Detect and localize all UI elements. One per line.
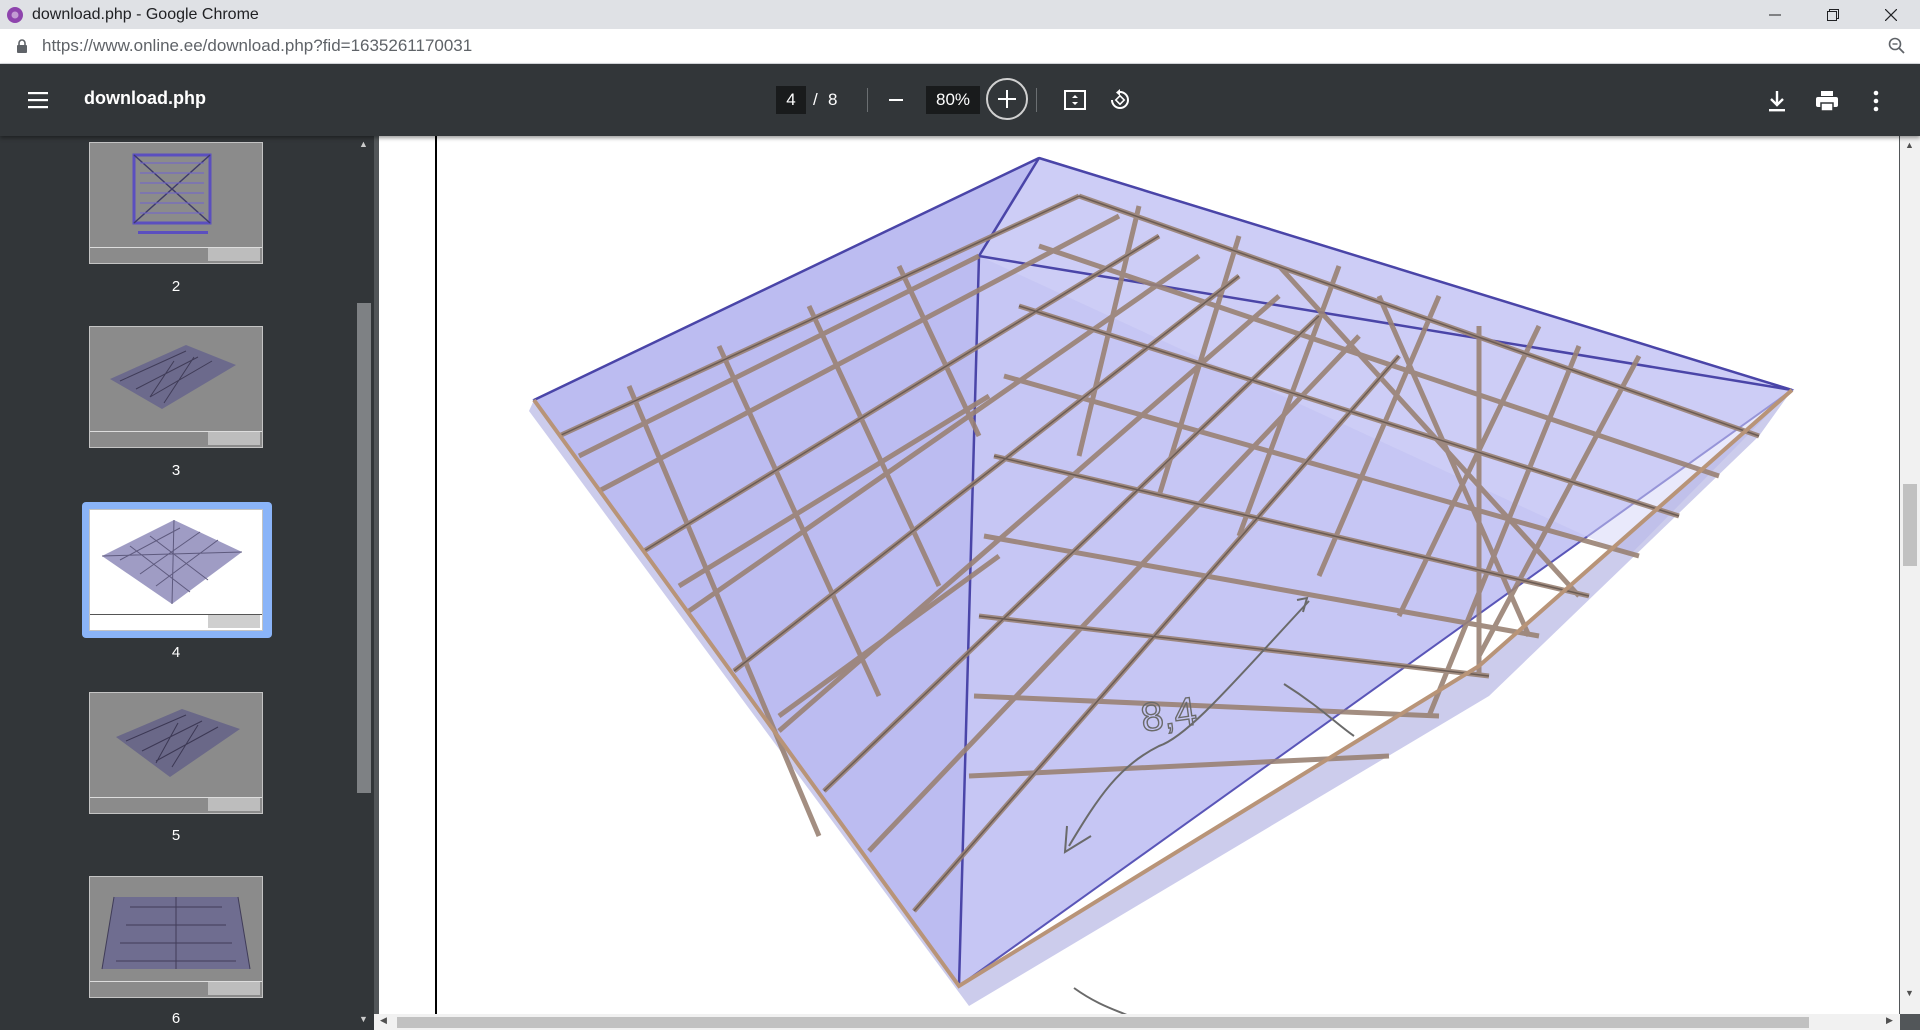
close-icon (1885, 8, 1897, 21)
thumbnail-label: 3 (171, 462, 181, 479)
sidebar-scroll-down-arrow[interactable]: ▼ (359, 1014, 368, 1024)
close-button[interactable] (1862, 0, 1920, 29)
thumbnail-page-3[interactable] (89, 326, 263, 448)
thumbnail-page-6[interactable] (89, 876, 263, 998)
thumbnail-label: 5 (171, 827, 181, 844)
plus-icon (998, 90, 1016, 108)
toolbar-divider (1036, 88, 1037, 112)
zoom-magnifier-icon[interactable] (1888, 37, 1906, 55)
sidebar-scroll-up-arrow[interactable]: ▲ (359, 139, 368, 149)
thumbnail-page-4[interactable] (89, 509, 263, 631)
thumbnail-sidebar: 2 3 4 5 6 (0, 136, 354, 1030)
sidebar-scrollbar-thumb[interactable] (357, 303, 371, 793)
page-separator: / (813, 90, 818, 109)
thumbnail-page-5[interactable] (89, 692, 263, 814)
zoom-out-icon[interactable] (884, 90, 908, 110)
thumbnail-page-2[interactable] (89, 142, 263, 264)
rotate-icon[interactable] (1108, 88, 1132, 112)
download-icon[interactable] (1764, 88, 1790, 114)
thumbnail-label: 6 (171, 1010, 181, 1027)
scroll-right-arrow[interactable]: ▶ (1886, 1015, 1893, 1026)
horizontal-scrollbar-thumb[interactable] (397, 1017, 1809, 1028)
toolbar-divider (867, 88, 868, 112)
pdf-page: 8,4 (379, 136, 1899, 1014)
handwritten-dimension-text: 8,4 (1138, 689, 1199, 740)
vertical-scrollbar[interactable] (1900, 136, 1920, 1014)
thumbnail-image (90, 896, 262, 995)
vertical-scrollbar-thumb[interactable] (1903, 484, 1917, 566)
restore-button[interactable] (1804, 0, 1862, 29)
thumbnail-image (90, 519, 262, 628)
document-title: download.php (84, 88, 206, 108)
thumbnail-label: 2 (171, 278, 181, 295)
thumbnail-image (90, 709, 262, 811)
chrome-app-icon (7, 6, 23, 23)
fit-to-page-icon[interactable] (1063, 88, 1087, 112)
page-number-input[interactable]: 4 (776, 86, 806, 114)
zoom-in-button[interactable] (986, 78, 1028, 120)
minimize-icon (1769, 14, 1781, 15)
zoom-level-input[interactable]: 80% (926, 86, 980, 114)
restore-icon (1827, 8, 1839, 21)
roof-truss-drawing: 8,4 (529, 156, 1795, 1014)
window-titlebar: download.php - Google Chrome (0, 0, 1920, 29)
pdf-toolbar: download.php 4 / 8 80% (0, 64, 1920, 136)
window-title: download.php - Google Chrome (32, 5, 259, 23)
minimize-button[interactable] (1746, 0, 1804, 29)
page-total: 8 (828, 90, 838, 109)
url-text[interactable]: https://www.online.ee/download.php?fid=1… (42, 36, 472, 56)
thumbnail-label: 4 (171, 644, 181, 661)
scroll-left-arrow[interactable]: ◀ (380, 1015, 387, 1026)
thumbnail-image (90, 345, 262, 445)
window-controls (1746, 0, 1920, 29)
address-bar[interactable]: https://www.online.ee/download.php?fid=1… (0, 29, 1920, 64)
thumbnail-image (90, 153, 262, 261)
more-options-icon[interactable] (1866, 88, 1886, 114)
menu-icon[interactable] (28, 90, 50, 110)
document-viewer[interactable]: 8,4 (374, 136, 1920, 1014)
lock-icon (17, 39, 27, 53)
print-icon[interactable] (1814, 88, 1840, 114)
scroll-down-arrow[interactable]: ▼ (1905, 988, 1914, 998)
scroll-up-arrow[interactable]: ▲ (1905, 140, 1914, 150)
